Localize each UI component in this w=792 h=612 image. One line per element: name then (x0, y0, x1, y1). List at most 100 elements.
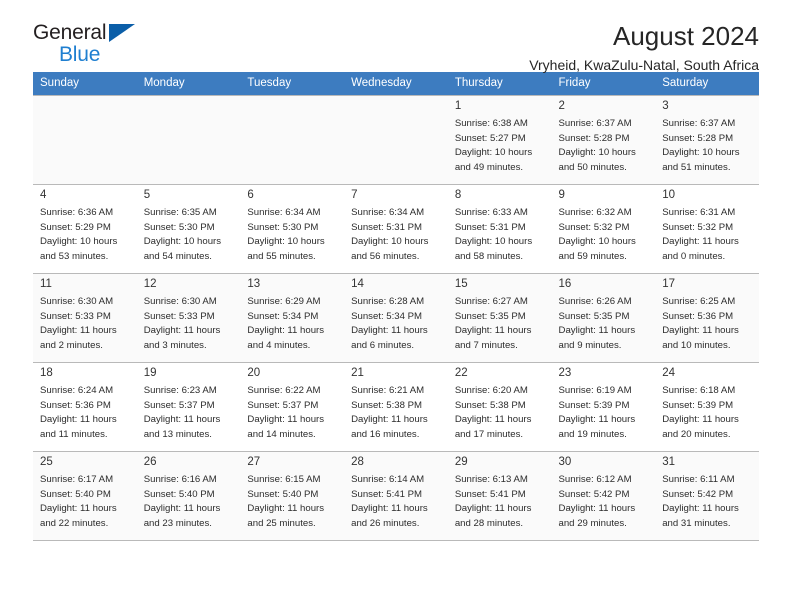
calendar-day-cell[interactable]: 29 Sunrise: 6:13 AM Sunset: 5:41 PM Dayligh… (447, 451, 552, 541)
day-cell-content: 8 Sunrise: 6:33 AM Sunset: 5:31 PM Daylight… (448, 185, 552, 264)
day-cell-content (240, 96, 344, 115)
day-cell-content: 9 Sunrise: 6:32 AM Sunset: 5:32 PM Daylight… (552, 185, 656, 264)
sunset-time: Sunset: 5:37 PM (143, 399, 215, 411)
sunrise-time: Sunrise: 6:13 AM (454, 474, 528, 485)
weekday-header-tuesday: Tuesday (240, 72, 345, 96)
sunrise-time: Sunrise: 6:23 AM (143, 385, 217, 396)
calendar-day-cell[interactable]: 18 Sunrise: 6:24 AM Sunset: 5:36 PM Dayligh… (33, 362, 137, 452)
sunrise-time: Sunrise: 6:16 AM (143, 474, 217, 485)
day-cell-content: 7 Sunrise: 6:34 AM Sunset: 5:31 PM Daylight… (344, 185, 448, 264)
calendar-day-cell[interactable]: 7 Sunrise: 6:34 AM Sunset: 5:31 PM Daylight… (344, 184, 448, 274)
day-sun-info: Sunrise: 6:21 AM Sunset: 5:38 PM Daylight:… (351, 384, 441, 442)
daylight-duration-line1: Daylight: 11 hours (454, 503, 532, 515)
sunrise-time: Sunrise: 6:32 AM (558, 207, 632, 218)
daylight-duration-line2: and 6 minutes. (351, 339, 415, 351)
day-number: 14 (351, 278, 364, 290)
day-number: 25 (40, 456, 53, 468)
calendar-day-cell[interactable]: 22 Sunrise: 6:20 AM Sunset: 5:38 PM Dayligh… (447, 362, 552, 452)
day-number: 6 (247, 189, 254, 201)
sunrise-time: Sunrise: 6:30 AM (40, 296, 114, 307)
day-sun-info: Sunrise: 6:18 AM Sunset: 5:39 PM Daylight:… (662, 384, 752, 442)
sunrise-time: Sunrise: 6:24 AM (40, 385, 114, 396)
sunset-time: Sunset: 5:28 PM (662, 132, 734, 144)
calendar-day-cell[interactable]: 26 Sunrise: 6:16 AM Sunset: 5:40 PM Dayligh… (136, 451, 241, 541)
daylight-duration-line2: and 55 minutes. (247, 250, 316, 262)
daylight-duration-line2: and 3 minutes. (143, 339, 207, 351)
day-sun-info: Sunrise: 6:33 AM Sunset: 5:31 PM Daylight:… (455, 206, 545, 264)
title-block: August 2024 Vryheid, KwaZulu-Natal, Sout… (529, 21, 759, 73)
daylight-duration-line2: and 56 minutes. (351, 250, 420, 262)
day-number: 24 (662, 367, 676, 379)
calendar-day-cell[interactable]: 5 Sunrise: 6:35 AM Sunset: 5:30 PM Daylight… (136, 184, 241, 274)
daylight-duration-line1: Daylight: 11 hours (40, 325, 117, 337)
calendar-day-cell[interactable]: 15 Sunrise: 6:27 AM Sunset: 5:35 PM Dayligh… (447, 273, 552, 363)
daylight-duration-line1: Daylight: 10 hours (662, 147, 740, 159)
daylight-duration-line1: Daylight: 11 hours (143, 414, 221, 426)
calendar-day-cell[interactable]: 19 Sunrise: 6:23 AM Sunset: 5:37 PM Dayligh… (136, 362, 241, 452)
calendar-day-cell[interactable]: 20 Sunrise: 6:22 AM Sunset: 5:37 PM Dayligh… (240, 362, 345, 452)
calendar-day-cell[interactable]: 6 Sunrise: 6:34 AM Sunset: 5:30 PM Daylight… (240, 184, 345, 274)
calendar-day-cell[interactable]: 10 Sunrise: 6:31 AM Sunset: 5:32 PM Dayligh… (655, 184, 759, 274)
calendar-week-row: 18 Sunrise: 6:24 AM Sunset: 5:36 PM Dayligh… (33, 362, 759, 452)
day-cell-content: 19 Sunrise: 6:23 AM Sunset: 5:37 PM Dayligh… (137, 363, 241, 442)
day-sun-info: Sunrise: 6:26 AM Sunset: 5:35 PM Daylight:… (559, 295, 649, 353)
daylight-duration-line1: Daylight: 10 hours (143, 236, 222, 248)
calendar-day-cell[interactable]: 11 Sunrise: 6:30 AM Sunset: 5:33 PM Dayligh… (33, 273, 137, 363)
day-cell-content: 23 Sunrise: 6:19 AM Sunset: 5:39 PM Dayligh… (552, 363, 656, 442)
calendar-day-cell[interactable]: 13 Sunrise: 6:29 AM Sunset: 5:34 PM Dayligh… (240, 273, 345, 363)
calendar-day-cell[interactable]: 25 Sunrise: 6:17 AM Sunset: 5:40 PM Dayligh… (33, 451, 137, 541)
daylight-duration-line2: and 20 minutes. (662, 428, 731, 440)
daylight-duration-line2: and 50 minutes. (558, 161, 627, 173)
calendar-day-cell[interactable]: 24 Sunrise: 6:18 AM Sunset: 5:39 PM Dayligh… (655, 362, 759, 452)
calendar-day-cell[interactable]: 8 Sunrise: 6:33 AM Sunset: 5:31 PM Daylight… (447, 184, 552, 274)
sunrise-time: Sunrise: 6:21 AM (351, 385, 425, 396)
calendar-day-cell[interactable]: 14 Sunrise: 6:28 AM Sunset: 5:34 PM Dayligh… (344, 273, 448, 363)
daylight-duration-line2: and 23 minutes. (143, 517, 212, 529)
brand-logo[interactable]: General Blue (33, 22, 213, 74)
day-cell-content: 13 Sunrise: 6:29 AM Sunset: 5:34 PM Dayligh… (240, 274, 344, 353)
day-sun-info: Sunrise: 6:37 AM Sunset: 5:28 PM Daylight:… (662, 117, 752, 175)
day-number: 10 (662, 189, 676, 201)
calendar-day-cell[interactable]: 28 Sunrise: 6:14 AM Sunset: 5:41 PM Dayligh… (344, 451, 448, 541)
calendar-week-row: 1 Sunrise: 6:38 AM Sunset: 5:27 PM Daylight… (33, 95, 759, 185)
sunset-time: Sunset: 5:32 PM (558, 221, 630, 233)
calendar-day-cell[interactable]: 3 Sunrise: 6:37 AM Sunset: 5:28 PM Daylight… (655, 95, 759, 185)
sunset-time: Sunset: 5:36 PM (662, 310, 734, 322)
calendar-day-cell[interactable]: 23 Sunrise: 6:19 AM Sunset: 5:39 PM Dayligh… (551, 362, 656, 452)
calendar-day-cell[interactable]: 21 Sunrise: 6:21 AM Sunset: 5:38 PM Dayligh… (344, 362, 448, 452)
day-number: 8 (454, 189, 462, 201)
day-number (247, 99, 337, 115)
sunset-time: Sunset: 5:31 PM (454, 221, 526, 233)
calendar-day-cell[interactable]: 31 Sunrise: 6:11 AM Sunset: 5:42 PM Dayligh… (655, 451, 759, 541)
calendar-day-cell[interactable]: 9 Sunrise: 6:32 AM Sunset: 5:32 PM Daylight… (551, 184, 656, 274)
sunset-time: Sunset: 5:42 PM (662, 488, 734, 500)
day-number: 18 (40, 367, 53, 379)
sunrise-time: Sunrise: 6:37 AM (558, 118, 632, 129)
sunrise-time: Sunrise: 6:34 AM (247, 207, 321, 218)
day-number: 9 (558, 189, 565, 201)
triangle-flag-icon (109, 24, 135, 42)
daylight-duration-line1: Daylight: 11 hours (247, 325, 325, 337)
sunrise-time: Sunrise: 6:33 AM (454, 207, 528, 218)
calendar-day-cell[interactable]: 12 Sunrise: 6:30 AM Sunset: 5:33 PM Dayligh… (136, 273, 241, 363)
calendar-day-cell[interactable]: 4 Sunrise: 6:36 AM Sunset: 5:29 PM Daylight… (33, 184, 137, 274)
sunrise-time: Sunrise: 6:27 AM (454, 296, 528, 307)
daylight-duration-line1: Daylight: 10 hours (40, 236, 118, 248)
day-cell-content: 1 Sunrise: 6:38 AM Sunset: 5:27 PM Daylight… (448, 96, 552, 175)
calendar-day-cell[interactable]: 16 Sunrise: 6:26 AM Sunset: 5:35 PM Dayligh… (551, 273, 656, 363)
day-sun-info: Sunrise: 6:16 AM Sunset: 5:40 PM Daylight:… (144, 473, 234, 531)
calendar-day-cell[interactable]: 27 Sunrise: 6:15 AM Sunset: 5:40 PM Dayligh… (240, 451, 345, 541)
daylight-duration-line1: Daylight: 11 hours (247, 414, 325, 426)
day-cell-content (344, 96, 448, 115)
calendar-day-cell[interactable]: 30 Sunrise: 6:12 AM Sunset: 5:42 PM Dayligh… (551, 451, 656, 541)
calendar-day-cell[interactable]: 2 Sunrise: 6:37 AM Sunset: 5:28 PM Daylight… (551, 95, 656, 185)
sunrise-time: Sunrise: 6:26 AM (558, 296, 632, 307)
day-number: 26 (143, 456, 157, 468)
calendar-day-cell[interactable]: 17 Sunrise: 6:25 AM Sunset: 5:36 PM Dayligh… (655, 273, 759, 363)
day-sun-info: Sunrise: 6:34 AM Sunset: 5:30 PM Daylight:… (247, 206, 337, 264)
day-cell-content: 21 Sunrise: 6:21 AM Sunset: 5:38 PM Dayligh… (344, 363, 448, 442)
sunrise-time: Sunrise: 6:19 AM (558, 385, 632, 396)
day-sun-info: Sunrise: 6:14 AM Sunset: 5:41 PM Daylight:… (351, 473, 441, 531)
calendar-day-cell[interactable]: 1 Sunrise: 6:38 AM Sunset: 5:27 PM Daylight… (447, 95, 552, 185)
day-number: 4 (40, 189, 47, 201)
